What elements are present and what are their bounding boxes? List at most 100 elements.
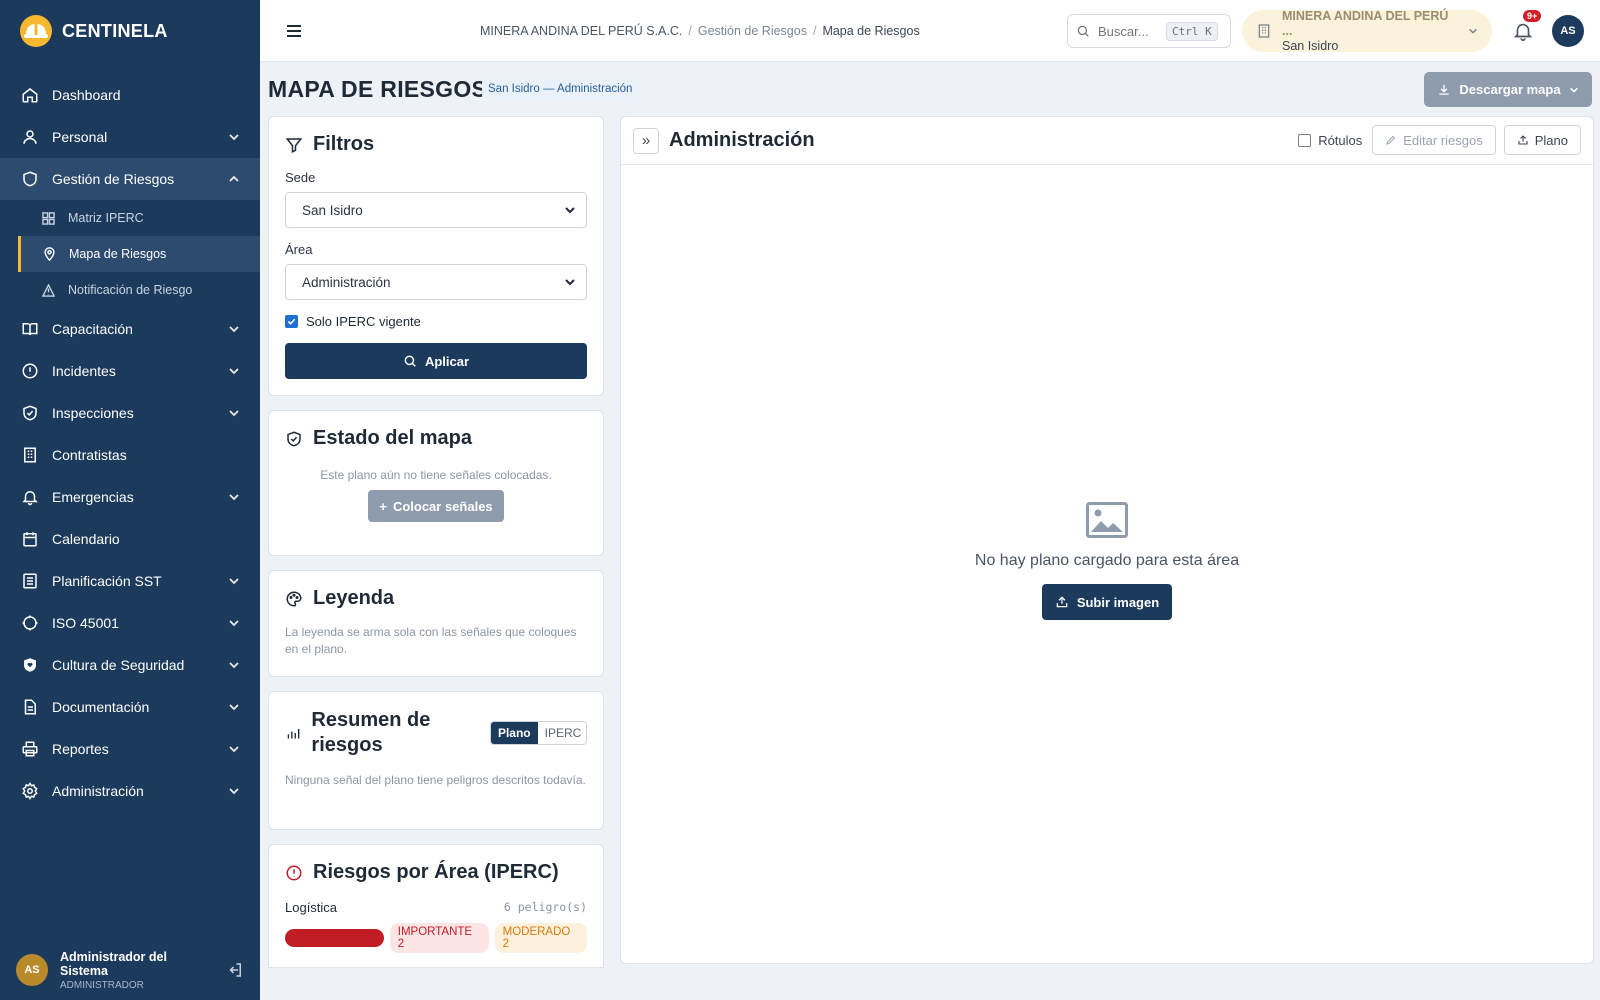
filters-title: Filtros (313, 133, 375, 155)
upload-image-label: Subir imagen (1076, 594, 1160, 610)
grid-icon (42, 211, 56, 225)
area-select[interactable]: Administración (285, 264, 587, 300)
chevron-down-icon (229, 410, 239, 417)
sede-value: San Isidro (302, 202, 363, 218)
company-selector[interactable]: MINERA ANDINA DEL PERÚ ... San Isidro (1242, 8, 1492, 53)
upload-image-button[interactable]: Subir imagen (1042, 584, 1172, 620)
shield-check-icon (20, 403, 40, 423)
sidebar-item-gestion-riesgos[interactable]: Gestión de Riesgos (0, 158, 260, 200)
sidebar-item-label: Administración (52, 783, 144, 799)
breadcrumb-current: Mapa de Riesgos (822, 24, 920, 38)
labels-checkbox[interactable] (1298, 133, 1312, 147)
chevron-up-icon (229, 175, 239, 182)
sidebar-item-incidentes[interactable]: Incidentes (0, 350, 260, 392)
sidebar-item-inspecciones[interactable]: Inspecciones (0, 392, 260, 434)
sidebar-subitem-label: Notificación de Riesgo (68, 283, 193, 297)
pencil-icon (1386, 135, 1396, 145)
sidebar-item-iso-45001[interactable]: ISO 45001 (0, 602, 260, 644)
chevron-down-icon (229, 746, 239, 753)
chevron-down-icon (229, 578, 239, 585)
area-value: Administración (302, 274, 391, 290)
sidebar-item-label: Reportes (52, 741, 109, 757)
breadcrumb-company[interactable]: MINERA ANDINA DEL PERÚ S.A.C. (480, 24, 682, 38)
sidebar-item-reportes[interactable]: Reportes (0, 728, 260, 770)
chevron-down-icon (565, 279, 575, 286)
importante-badge: IMPORTANTE 2 (389, 923, 489, 953)
menu-icon[interactable] (284, 21, 304, 41)
alert-circle-icon (286, 865, 302, 880)
map-pin-icon (43, 247, 57, 261)
edit-risks-button[interactable]: Editar riesgos (1372, 125, 1496, 155)
collapse-panel-button[interactable]: » (633, 127, 659, 154)
user-role: ADMINISTRADOR (60, 979, 144, 991)
sidebar-item-calendario[interactable]: Calendario (0, 518, 260, 560)
iperc-vigente-checkbox[interactable] (285, 315, 298, 328)
map-panel: » Administración Rótulos Editar riesgos … (620, 116, 1594, 964)
sidebar-item-emergencias[interactable]: Emergencias (0, 476, 260, 518)
sidebar-user: AS Administrador del Sistema ADMINISTRAD… (0, 940, 260, 1000)
sidebar-item-capacitacion[interactable]: Capacitación (0, 308, 260, 350)
sidebar-item-contratistas[interactable]: Contratistas (0, 434, 260, 476)
iperc-vigente-checkbox-row[interactable]: Solo IPERC vigente (285, 314, 587, 329)
logout-icon[interactable] (226, 961, 244, 979)
avatar[interactable]: AS (1552, 15, 1584, 47)
list-item[interactable]: Logística 6 peligro(s) IMPORTANTE 2 MODE… (285, 900, 587, 953)
toggle-iperc[interactable]: IPERC (538, 722, 586, 744)
apply-label: Aplicar (424, 353, 470, 369)
chevron-down-icon (1469, 28, 1477, 34)
sidebar-subitem-label: Mapa de Riesgos (69, 247, 167, 261)
sidebar-item-administracion[interactable]: Administración (0, 770, 260, 812)
sidebar: CENTINELA Dashboard Personal Gestión de … (0, 0, 260, 1000)
plan-label: Plano (1534, 132, 1568, 148)
shield-check-icon (287, 430, 301, 447)
search-shortcut: Ctrl K (1166, 21, 1218, 41)
sidebar-subitem-mapa-riesgos[interactable]: Mapa de Riesgos (18, 236, 260, 272)
page-subtitle-badge: San Isidro — Administración (482, 79, 639, 99)
brand[interactable]: CENTINELA (0, 0, 260, 62)
sidebar-item-dashboard[interactable]: Dashboard (0, 74, 260, 116)
bell-icon (20, 487, 40, 507)
sidebar-item-cultura-seguridad[interactable]: Cultura de Seguridad (0, 644, 260, 686)
sede-label: Sede (285, 170, 316, 185)
download-map-button[interactable]: Descargar mapa (1424, 72, 1592, 107)
breadcrumb-gestion-riesgos[interactable]: Gestión de Riesgos (698, 24, 807, 38)
sidebar-item-personal[interactable]: Personal (0, 116, 260, 158)
labels-toggle[interactable]: Rótulos (1298, 133, 1362, 148)
chevron-down-icon (565, 207, 575, 214)
sede-select[interactable]: San Isidro (285, 192, 587, 228)
helmet-logo-icon (20, 15, 52, 47)
apply-button[interactable]: Aplicar (285, 343, 587, 379)
by-area-title: Riesgos por Área (IPERC) (313, 861, 559, 883)
place-signals-button[interactable]: + Colocar señales (368, 490, 504, 522)
chevron-down-icon (229, 326, 239, 333)
chevron-down-icon (229, 704, 239, 711)
list-icon (20, 571, 40, 591)
bell-icon[interactable] (1512, 20, 1534, 42)
sidebar-subitem-matriz-iperc[interactable]: Matriz IPERC (18, 200, 260, 236)
sidebar-item-label: Personal (52, 129, 108, 145)
search-input[interactable] (1098, 23, 1158, 39)
area-name: Logística (285, 900, 338, 915)
sidebar-item-label: ISO 45001 (52, 615, 119, 631)
user-icon (20, 127, 40, 147)
book-icon (20, 319, 40, 339)
sidebar-subitem-notificacion-riesgo[interactable]: Notificación de Riesgo (18, 272, 260, 308)
plan-upload-button[interactable]: Plano (1503, 125, 1581, 155)
chevron-down-icon (229, 368, 239, 375)
page-title: MAPA DE RIESGOS (268, 76, 488, 102)
search-box[interactable]: Ctrl K (1067, 14, 1231, 48)
avatar[interactable]: AS (16, 954, 48, 986)
breadcrumb-separator: / (812, 24, 817, 38)
company-name: MINERA ANDINA DEL PERÚ ... (1282, 8, 1449, 38)
filters-card: Filtros Sede San Isidro Área Administrac… (268, 116, 604, 396)
toggle-plano[interactable]: Plano (490, 722, 538, 744)
sidebar-item-label: Cultura de Seguridad (52, 657, 185, 673)
sidebar-item-documentacion[interactable]: Documentación (0, 686, 260, 728)
sidebar-item-planificacion-sst[interactable]: Planificación SST (0, 560, 260, 602)
sidebar-item-label: Planificación SST (52, 573, 162, 589)
palette-icon (286, 590, 302, 607)
double-chevron-right-icon: » (641, 132, 651, 149)
sidebar-item-label: Documentación (52, 699, 150, 715)
map-state-card: Estado del mapa Este plano aún no tiene … (268, 410, 604, 556)
map-state-title: Estado del mapa (313, 427, 472, 449)
